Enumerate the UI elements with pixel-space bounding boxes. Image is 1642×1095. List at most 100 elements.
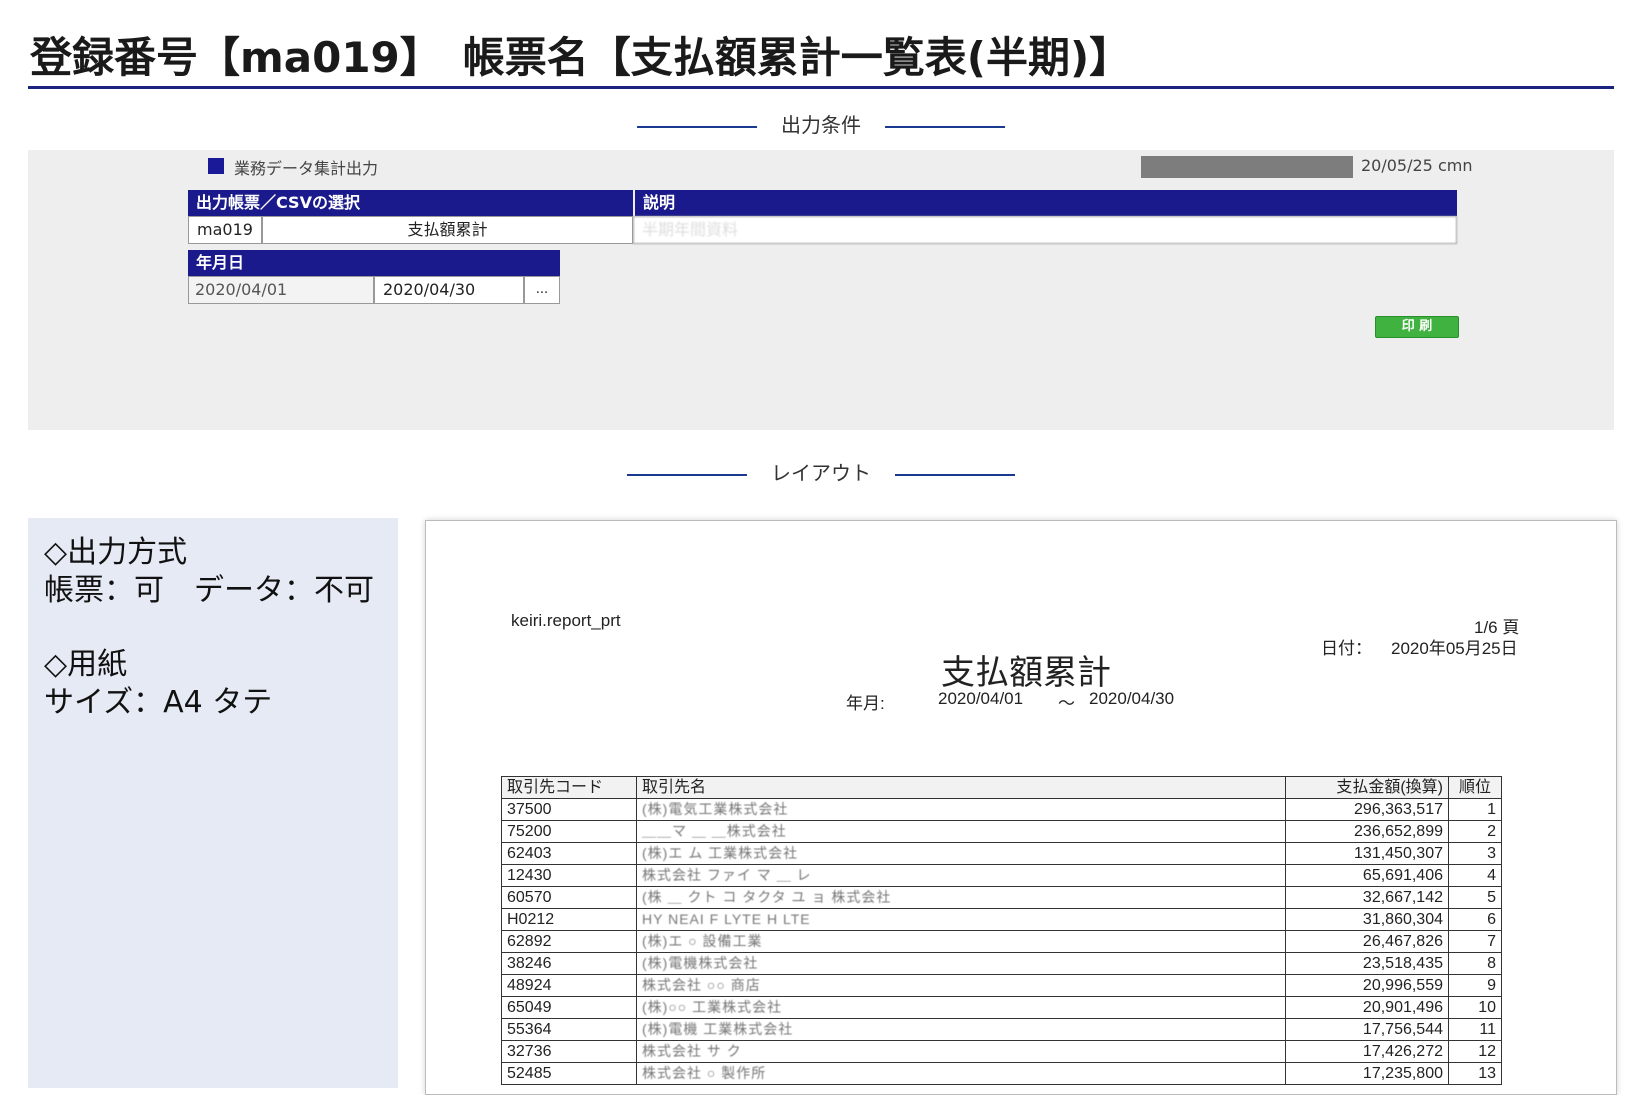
print-button[interactable]: 印 刷 — [1375, 316, 1459, 338]
masked-name: 株式会社 ○ 製作所 — [642, 1065, 767, 1081]
cell-amount: 131,450,307 — [1285, 842, 1449, 865]
cell-name: 株式会社 サ ク — [636, 1040, 1286, 1063]
masked-name: 株式会社 ファイ マ ＿ レ — [642, 867, 812, 883]
menu-label: 業務データ集計出力 — [234, 159, 379, 178]
report-name-cell[interactable]: 支払額累計 — [262, 216, 633, 244]
cell-amount: 17,756,544 — [1285, 1018, 1449, 1041]
conditions-panel: 業務データ集計出力 20/05/25 cmn 出力帳票／CSVの選択 説明 ma… — [28, 150, 1614, 430]
cell-code: 62892 — [501, 930, 637, 953]
paper-heading: ◇用紙 — [44, 647, 128, 682]
cell-rank: 4 — [1448, 864, 1502, 887]
cell-name: (株)エ ム 工業株式会社 — [636, 842, 1286, 865]
cell-amount: 296,363,517 — [1285, 798, 1449, 821]
col-amount-header: 支払金額(換算) — [1285, 776, 1449, 799]
section-heading-layout: レイアウト — [0, 458, 1642, 488]
cell-name: 株式会社 ○○ 商店 — [636, 974, 1286, 997]
cell-amount: 20,901,496 — [1285, 996, 1449, 1019]
cell-code: H0212 — [501, 908, 637, 931]
table-row: 52485 株式会社 ○ 製作所 17,235,800 13 — [501, 1062, 1502, 1085]
masked-name: (株)エ ○ 設備工業 — [642, 933, 763, 949]
masked-name: (株)エ ム 工業株式会社 — [642, 845, 799, 861]
cell-rank: 5 — [1448, 886, 1502, 909]
cell-code: 48924 — [501, 974, 637, 997]
cell-amount: 32,667,142 — [1285, 886, 1449, 909]
table-header-row: 取引先コード 取引先名 支払金額(換算) 順位 — [501, 776, 1502, 799]
user-bar — [1141, 156, 1353, 178]
cell-rank: 10 — [1448, 996, 1502, 1019]
report-preview: keiri.report_prt 1/6 頁 日付： 2020年05月25日 支… — [425, 520, 1617, 1095]
table-row: 60570 (株 ＿ クト コ タクタ ユ ョ 株式会社 32,667,142 5 — [501, 886, 1502, 909]
date-header: 年月日 — [188, 250, 560, 276]
date-to-input[interactable]: 2020/04/30 — [374, 276, 524, 304]
paper-size-value: サイズ：A4 タテ — [44, 685, 273, 720]
cell-code: 52485 — [501, 1062, 637, 1085]
date-from-input[interactable]: 2020/04/01 — [188, 276, 374, 304]
report-date: 2020年05月25日 — [1391, 639, 1518, 658]
cell-amount: 236,652,899 — [1285, 820, 1449, 843]
section-heading-layout-label: レイアウト — [771, 461, 871, 485]
cell-rank: 8 — [1448, 952, 1502, 975]
cell-name: (株)電機 工業株式会社 — [636, 1018, 1286, 1041]
cell-code: 38246 — [501, 952, 637, 975]
cell-name: ＿＿マ ＿ ＿株式会社 — [636, 820, 1286, 843]
report-date-label: 日付： — [1321, 639, 1372, 658]
cell-amount: 17,235,800 — [1285, 1062, 1449, 1085]
col-code-header: 取引先コード — [501, 776, 637, 799]
cell-name: (株 ＿ クト コ タクタ ユ ョ 株式会社 — [636, 886, 1286, 909]
table-row: 32736 株式会社 サ ク 17,426,272 12 — [501, 1040, 1502, 1063]
date-picker-button[interactable]: ... — [524, 276, 560, 304]
menu-square-icon — [208, 158, 224, 174]
table-row: 62403 (株)エ ム 工業株式会社 131,450,307 3 — [501, 842, 1502, 865]
description-cell: 半期年間資料 — [633, 216, 1457, 244]
cell-code: 37500 — [501, 798, 637, 821]
cell-name: (株)電気工業株式会社 — [636, 798, 1286, 821]
cell-amount: 65,691,406 — [1285, 864, 1449, 887]
cell-amount: 23,518,435 — [1285, 952, 1449, 975]
table-row: 62892 (株)エ ○ 設備工業 26,467,826 7 — [501, 930, 1502, 953]
section-heading-conditions-label: 出力条件 — [781, 113, 861, 137]
cell-amount: 17,426,272 — [1285, 1040, 1449, 1063]
report-table: 取引先コード 取引先名 支払金額(換算) 順位 37500 (株)電気工業株式会社… — [501, 776, 1502, 1085]
cell-rank: 1 — [1448, 798, 1502, 821]
masked-name: (株)電機株式会社 — [642, 955, 759, 971]
title-divider — [28, 86, 1614, 89]
output-method-value: 帳票：可 データ：不可 — [44, 573, 374, 608]
select-header: 出力帳票／CSVの選択 — [188, 190, 633, 216]
cell-amount: 20,996,559 — [1285, 974, 1449, 997]
report-title: 支払額累計 — [941, 654, 1111, 692]
output-method-heading: ◇出力方式 — [44, 535, 188, 570]
table-row: 65049 (株)○○ 工業株式会社 20,901,496 10 — [501, 996, 1502, 1019]
cell-rank: 2 — [1448, 820, 1502, 843]
period-separator: ～ — [1058, 694, 1075, 713]
period-label: 年月: — [846, 694, 885, 713]
cell-name: 株式会社 ファイ マ ＿ レ — [636, 864, 1286, 887]
cell-name: (株)電機株式会社 — [636, 952, 1286, 975]
cell-amount: 26,467,826 — [1285, 930, 1449, 953]
table-row: 37500 (株)電気工業株式会社 296,363,517 1 — [501, 798, 1502, 821]
report-source: keiri.report_prt — [511, 611, 621, 630]
cell-rank: 3 — [1448, 842, 1502, 865]
period-from: 2020/04/01 — [938, 689, 1024, 708]
report-code-cell[interactable]: ma019 — [188, 216, 262, 244]
cell-rank: 6 — [1448, 908, 1502, 931]
heading-line-left — [637, 125, 757, 128]
heading-line-left — [627, 473, 747, 476]
table-row: 38246 (株)電機株式会社 23,518,435 8 — [501, 952, 1502, 975]
col-rank-header: 順位 — [1448, 776, 1502, 799]
period-to: 2020/04/30 — [1089, 689, 1175, 708]
col-name-header: 取引先名 — [636, 776, 1286, 799]
cell-code: 60570 — [501, 886, 637, 909]
masked-name: (株)電気工業株式会社 — [642, 801, 789, 817]
cell-amount: 31,860,304 — [1285, 908, 1449, 931]
cell-name: (株)エ ○ 設備工業 — [636, 930, 1286, 953]
cell-code: 65049 — [501, 996, 637, 1019]
masked-name: ＿＿マ ＿ ＿株式会社 — [642, 823, 787, 839]
table-row: 55364 (株)電機 工業株式会社 17,756,544 11 — [501, 1018, 1502, 1041]
heading-line-right — [885, 125, 1005, 128]
masked-name: 株式会社 サ ク — [642, 1043, 742, 1059]
cell-code: 55364 — [501, 1018, 637, 1041]
cell-rank: 7 — [1448, 930, 1502, 953]
table-row: 12430 株式会社 ファイ マ ＿ レ 65,691,406 4 — [501, 864, 1502, 887]
page-title: 登録番号【ma019】 帳票名【支払額累計一覧表(半期)】 — [30, 33, 1132, 82]
masked-name: (株)電機 工業株式会社 — [642, 1021, 794, 1037]
